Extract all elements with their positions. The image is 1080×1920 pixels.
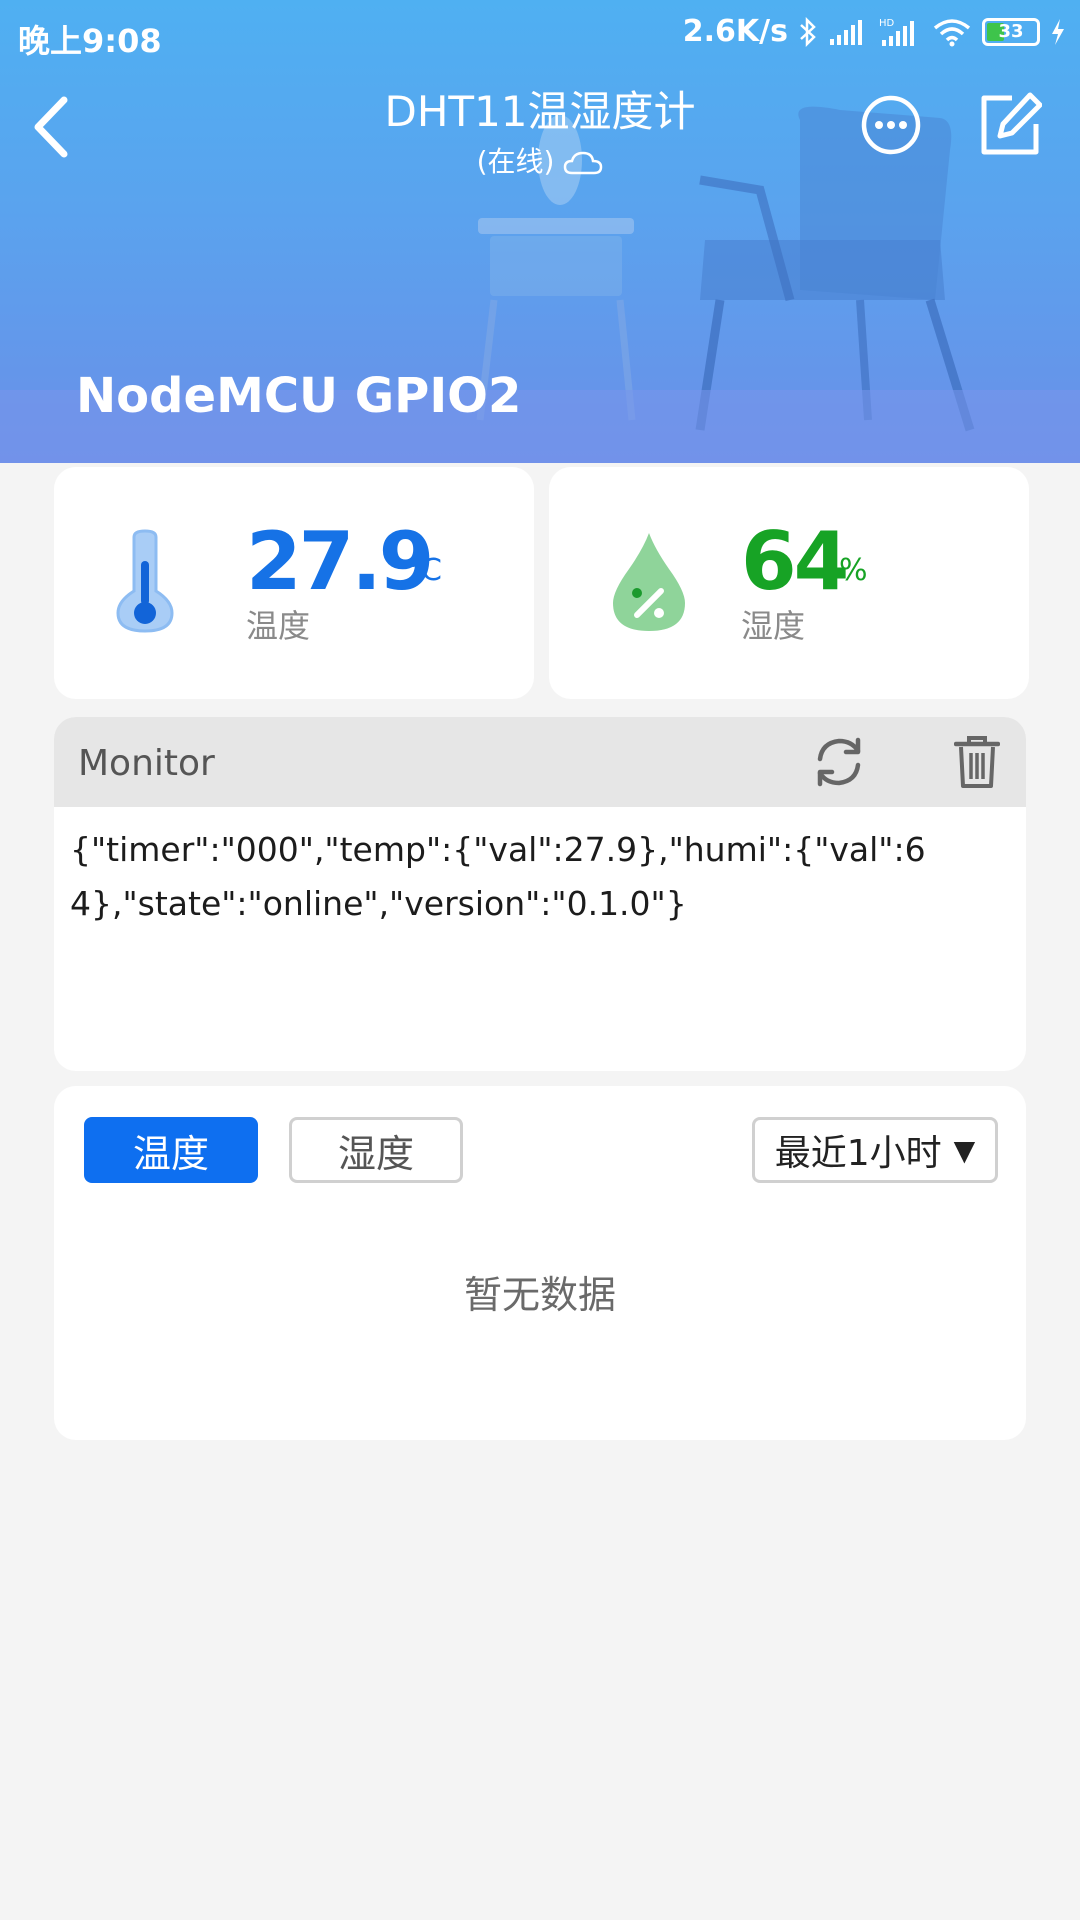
humidity-drop-icon xyxy=(613,533,685,631)
cloud-icon xyxy=(564,151,603,175)
temperature-label: 温度 xyxy=(246,607,311,645)
temperature-unit: °C xyxy=(406,553,442,588)
more-icon xyxy=(861,95,921,155)
refresh-icon xyxy=(817,737,861,787)
time-range-select[interactable]: 最近1小时 ▼ xyxy=(752,1117,998,1183)
device-status-text: (在线) xyxy=(476,145,555,178)
monitor-header: Monitor xyxy=(54,717,1026,807)
history-panel: 温度 湿度 最近1小时 ▼ 暂无数据 xyxy=(54,1086,1026,1440)
thermometer-icon xyxy=(116,529,174,633)
bluetooth-icon xyxy=(800,16,816,47)
charging-icon xyxy=(1052,18,1064,45)
clear-log-button[interactable] xyxy=(953,735,1001,789)
monitor-panel: Monitor {"timer":"000","temp":{"val":27.… xyxy=(54,717,1026,1071)
signal-icon xyxy=(830,19,862,45)
more-options-button[interactable] xyxy=(860,94,922,156)
humidity-unit: % xyxy=(839,553,868,588)
tab-humidity[interactable]: 湿度 xyxy=(289,1117,463,1183)
network-speed: 2.6K/s xyxy=(682,14,788,49)
refresh-button[interactable] xyxy=(812,735,866,789)
dropdown-caret-icon: ▼ xyxy=(953,1133,976,1167)
time-range-value: 最近1小时 xyxy=(774,1133,942,1174)
temperature-value: 27.9 xyxy=(246,515,434,608)
humidity-card[interactable]: 64 % 湿度 xyxy=(549,467,1029,699)
status-time: 晚上9:08 xyxy=(18,22,162,60)
monitor-log: {"timer":"000","temp":{"val":27.9},"humi… xyxy=(70,830,926,923)
humidity-label: 湿度 xyxy=(741,607,806,645)
status-right: 2.6K/s HD 33 xyxy=(683,14,1066,49)
battery-level: 33 xyxy=(998,21,1024,42)
empty-state-text: 暂无数据 xyxy=(463,1273,616,1317)
edit-button[interactable] xyxy=(978,92,1043,158)
device-name: NodeMCU GPIO2 xyxy=(76,368,522,424)
hd-signal-icon: HD xyxy=(879,18,914,46)
edit-icon xyxy=(981,92,1043,155)
device-header: 晚上9:08 2.6K/s HD 33 DHT11温湿度计 (在线) NodeM… xyxy=(0,0,1080,463)
wifi-icon xyxy=(933,18,971,46)
battery-icon: 33 xyxy=(982,17,1040,46)
temperature-card[interactable]: 27.9 °C 温度 xyxy=(54,467,534,699)
trash-icon xyxy=(953,736,1001,788)
status-bar: 晚上9:08 2.6K/s HD 33 xyxy=(0,0,1080,70)
tab-temperature[interactable]: 温度 xyxy=(84,1117,258,1183)
monitor-title: Monitor xyxy=(78,743,215,784)
svg-text:HD: HD xyxy=(879,18,895,29)
humidity-value: 64 xyxy=(741,515,849,608)
